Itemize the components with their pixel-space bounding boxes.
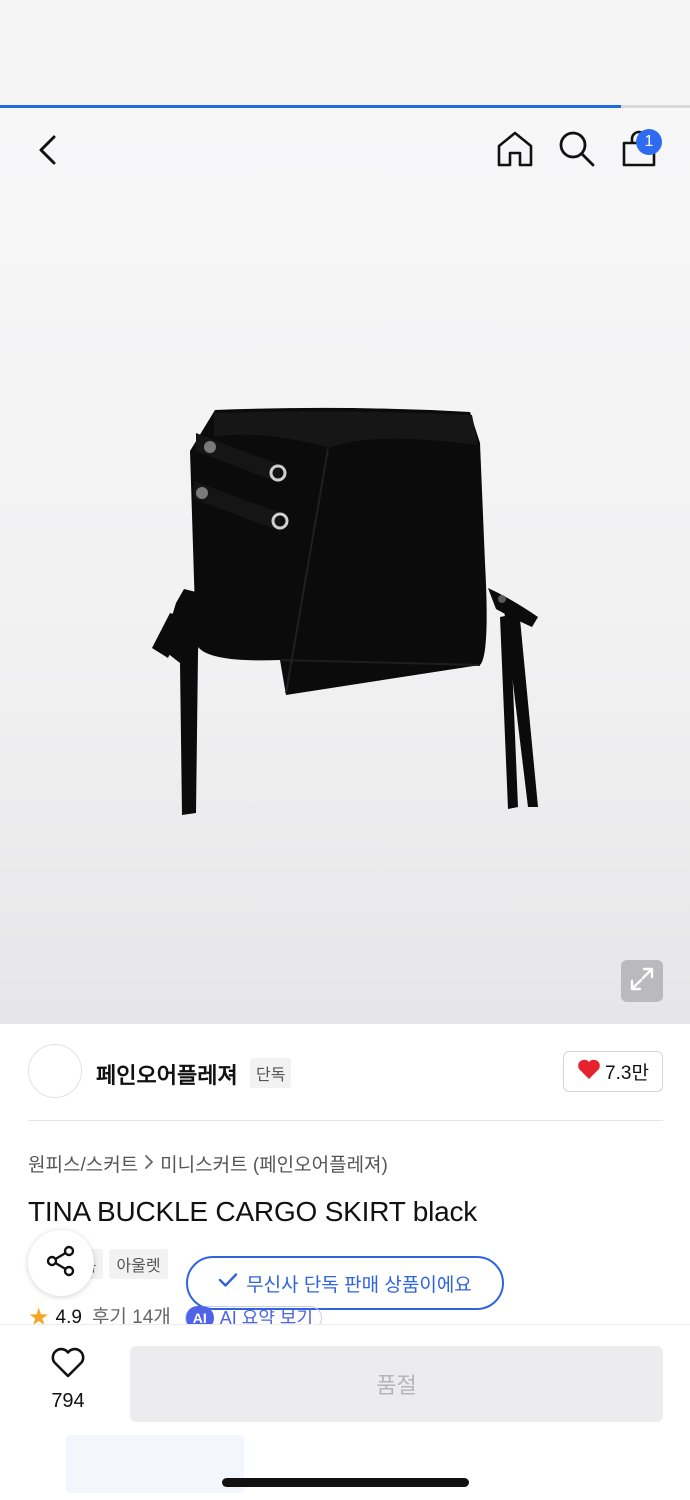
breadcrumb-subcategory[interactable]: 미니스커트 (페인오어플레져) xyxy=(160,1150,388,1177)
back-button[interactable] xyxy=(26,130,70,174)
share-button[interactable] xyxy=(28,1230,94,1296)
rating-row[interactable]: ★ 4.9 후기 14개 AI AI 요약 보기 xyxy=(28,1306,323,1326)
toast-text: 무신사 단독 판매 상품이에요 xyxy=(246,1274,472,1296)
ai-badge: AI xyxy=(185,1306,214,1326)
breadcrumb-category[interactable]: 원피스/스커트 xyxy=(28,1150,138,1177)
home-button[interactable] xyxy=(492,128,538,174)
ai-summary-button[interactable]: AI AI 요약 보기 xyxy=(184,1306,323,1326)
product-title: TINA BUCKLE CARGO SKIRT black xyxy=(28,1196,478,1227)
bottom-action-bar: 794 품절 xyxy=(0,1324,690,1500)
star-icon: ★ xyxy=(28,1306,50,1326)
divider xyxy=(28,1120,663,1121)
brand-like-count: 7.3만 xyxy=(605,1063,649,1084)
check-icon xyxy=(218,1272,238,1294)
search-button[interactable] xyxy=(554,128,600,174)
heart-icon xyxy=(50,1347,86,1384)
ai-summary-label: AI 요약 보기 xyxy=(219,1308,314,1326)
review-count-link[interactable]: 후기 14개 xyxy=(92,1306,171,1326)
rating-score: 4.9 xyxy=(55,1307,82,1326)
chevron-left-icon xyxy=(37,134,59,171)
search-icon xyxy=(558,130,596,173)
home-icon xyxy=(496,130,534,173)
brand-like-button[interactable]: 7.3만 xyxy=(563,1051,663,1092)
cart-count-badge: 1 xyxy=(636,129,662,155)
brand-row[interactable]: 페인오어플레져 단독 7.3만 xyxy=(0,1024,690,1120)
brand-name[interactable]: 페인오어플레져 xyxy=(96,1058,238,1090)
cart-button[interactable]: 1 xyxy=(614,128,664,174)
tag-outlet: 아울렛 xyxy=(109,1249,168,1279)
brand-logo[interactable] xyxy=(28,1044,82,1098)
share-icon xyxy=(44,1244,78,1283)
home-indicator xyxy=(222,1478,469,1487)
expand-image-button[interactable] xyxy=(621,960,663,1002)
status-bar xyxy=(0,0,690,106)
sold-out-button[interactable]: 품절 xyxy=(130,1346,663,1422)
expand-icon xyxy=(629,966,655,997)
faded-banner xyxy=(66,1435,244,1493)
breadcrumb: 원피스/스커트 미니스커트 (페인오어플레져) xyxy=(28,1150,388,1177)
wishlist-count: 794 xyxy=(51,1390,85,1412)
product-photo xyxy=(140,403,550,823)
product-image-area[interactable]: 1 xyxy=(0,108,690,1024)
heart-icon xyxy=(577,1058,601,1085)
chevron-right-icon xyxy=(144,1153,154,1175)
brand-exclusive-tag: 단독 xyxy=(250,1058,292,1088)
wishlist-button[interactable]: 794 xyxy=(28,1347,108,1427)
exclusive-toast: 무신사 단독 판매 상품이에요 xyxy=(186,1256,504,1310)
